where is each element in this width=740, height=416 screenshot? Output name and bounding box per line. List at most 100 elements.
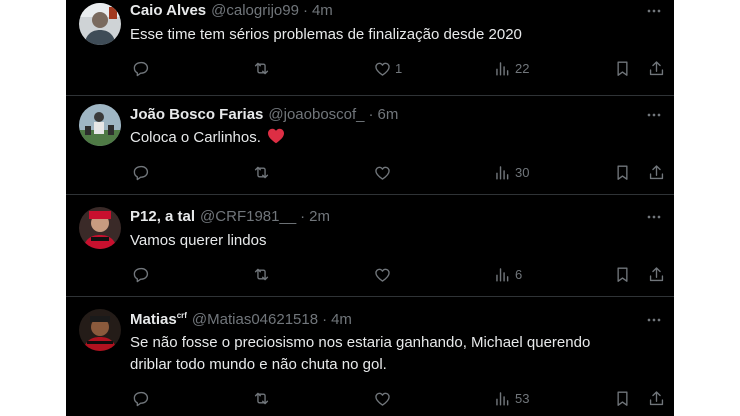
more-icon[interactable]: [644, 105, 664, 125]
like-icon: [373, 163, 392, 182]
bookmark-icon: [613, 389, 632, 408]
like-icon: [373, 389, 392, 408]
timestamp[interactable]: 4m: [331, 311, 352, 328]
timestamp[interactable]: 4m: [312, 2, 333, 19]
avatar[interactable]: [79, 104, 121, 146]
tweet-card[interactable]: João Bosco Farias @joaoboscof_ · 6m Coloca …: [66, 96, 674, 195]
heart-emoji-icon: [268, 128, 285, 144]
user-handle[interactable]: @joaoboscof_: [268, 106, 364, 123]
tweet-feed: Caio Alves @calogrijo99 · 4m Esse time tem …: [66, 0, 674, 416]
share-button[interactable]: [647, 57, 666, 79]
retweet-icon: [252, 59, 271, 78]
more-icon[interactable]: [644, 310, 664, 330]
views-icon: [493, 265, 512, 284]
tweet-header: Matiascrf @Matias04621518 · 4m: [130, 309, 352, 331]
bookmark-button[interactable]: [613, 263, 632, 285]
reply-button[interactable]: [132, 161, 151, 183]
tweet-text-line: driblar todo mundo e não chuta no gol.: [130, 356, 387, 373]
more-icon[interactable]: [644, 207, 664, 227]
views-icon: [493, 163, 512, 182]
tweet-actions: 53: [130, 387, 670, 409]
tweet-card[interactable]: Matiascrf @Matias04621518 · 4m Se não fosse…: [66, 297, 674, 416]
reply-icon: [132, 163, 151, 182]
tweet-text: Esse time tem sérios problemas de finali…: [130, 26, 522, 43]
like-button[interactable]: [373, 387, 395, 409]
tweet-text: Se não fosse o preciosismo nos estaria g…: [130, 332, 660, 376]
bookmark-icon: [613, 163, 632, 182]
timestamp[interactable]: 6m: [378, 106, 399, 123]
tweet-text-line: Se não fosse o preciosismo nos estaria g…: [130, 334, 591, 351]
like-button[interactable]: 1: [373, 57, 402, 79]
reply-button[interactable]: [132, 263, 151, 285]
tweet-text: Coloca o Carlinhos.: [130, 127, 660, 149]
share-icon: [647, 389, 666, 408]
timestamp[interactable]: 2m: [309, 208, 330, 225]
tweet-card[interactable]: Caio Alves @calogrijo99 · 4m Esse time tem …: [66, 0, 674, 96]
views-icon: [493, 389, 512, 408]
bookmark-button[interactable]: [613, 57, 632, 79]
tweet-text: Vamos querer lindos: [130, 232, 267, 249]
user-handle[interactable]: @CRF1981__: [200, 208, 296, 225]
bookmark-button[interactable]: [613, 161, 632, 183]
separator-dot: ·: [322, 311, 328, 328]
tweet-card[interactable]: P12, a tal @CRF1981__ · 2m Vamos querer lin…: [66, 195, 674, 297]
share-icon: [647, 59, 666, 78]
separator-dot: ·: [300, 208, 306, 225]
separator-dot: ·: [302, 2, 308, 19]
reply-icon: [132, 59, 151, 78]
like-button[interactable]: [373, 161, 395, 183]
view-count: 30: [515, 164, 530, 180]
reply-icon: [132, 265, 151, 284]
tweet-header: João Bosco Farias @joaoboscof_ · 6m: [130, 104, 398, 126]
display-name-superscript: crf: [176, 311, 187, 320]
retweet-button[interactable]: [252, 57, 271, 79]
display-name[interactable]: P12, a tal: [130, 208, 195, 225]
like-button[interactable]: [373, 263, 395, 285]
avatar[interactable]: [79, 207, 121, 249]
views-button[interactable]: 6: [493, 263, 522, 285]
display-name-text: Matias: [130, 311, 177, 328]
view-count: 22: [515, 60, 530, 76]
display-name[interactable]: Matiascrf: [130, 311, 187, 328]
views-icon: [493, 59, 512, 78]
user-handle[interactable]: @Matias04621518: [192, 311, 318, 328]
tweet-header: Caio Alves @calogrijo99 · 4m: [130, 0, 333, 22]
separator-dot: ·: [368, 106, 374, 123]
reply-button[interactable]: [132, 57, 151, 79]
views-button[interactable]: 30: [493, 161, 529, 183]
share-button[interactable]: [647, 387, 666, 409]
like-icon: [373, 59, 392, 78]
view-count: 6: [515, 266, 523, 282]
share-icon: [647, 163, 666, 182]
share-button[interactable]: [647, 161, 666, 183]
more-icon[interactable]: [644, 1, 664, 21]
tweet-actions: 30: [130, 161, 670, 183]
avatar[interactable]: [79, 3, 121, 45]
retweet-icon: [252, 389, 271, 408]
avatar[interactable]: [79, 309, 121, 351]
views-button[interactable]: 22: [493, 57, 529, 79]
retweet-icon: [252, 163, 271, 182]
retweet-button[interactable]: [252, 161, 271, 183]
retweet-icon: [252, 265, 271, 284]
bookmark-button[interactable]: [613, 387, 632, 409]
retweet-button[interactable]: [252, 263, 271, 285]
retweet-button[interactable]: [252, 387, 271, 409]
reply-button[interactable]: [132, 387, 151, 409]
like-count: 1: [395, 60, 403, 76]
display-name[interactable]: Caio Alves: [130, 2, 206, 19]
user-handle[interactable]: @calogrijo99: [211, 2, 299, 19]
view-count: 53: [515, 390, 530, 406]
tweet-actions: 1 22: [130, 57, 670, 79]
tweet-text-content: Coloca o Carlinhos.: [130, 129, 261, 146]
tweet-header: P12, a tal @CRF1981__ · 2m: [130, 206, 330, 228]
tweet-actions: 6: [130, 263, 670, 285]
views-button[interactable]: 53: [493, 387, 529, 409]
reply-icon: [132, 389, 151, 408]
bookmark-icon: [613, 59, 632, 78]
share-icon: [647, 265, 666, 284]
share-button[interactable]: [647, 263, 666, 285]
bookmark-icon: [613, 265, 632, 284]
like-icon: [373, 265, 392, 284]
display-name[interactable]: João Bosco Farias: [130, 106, 263, 123]
